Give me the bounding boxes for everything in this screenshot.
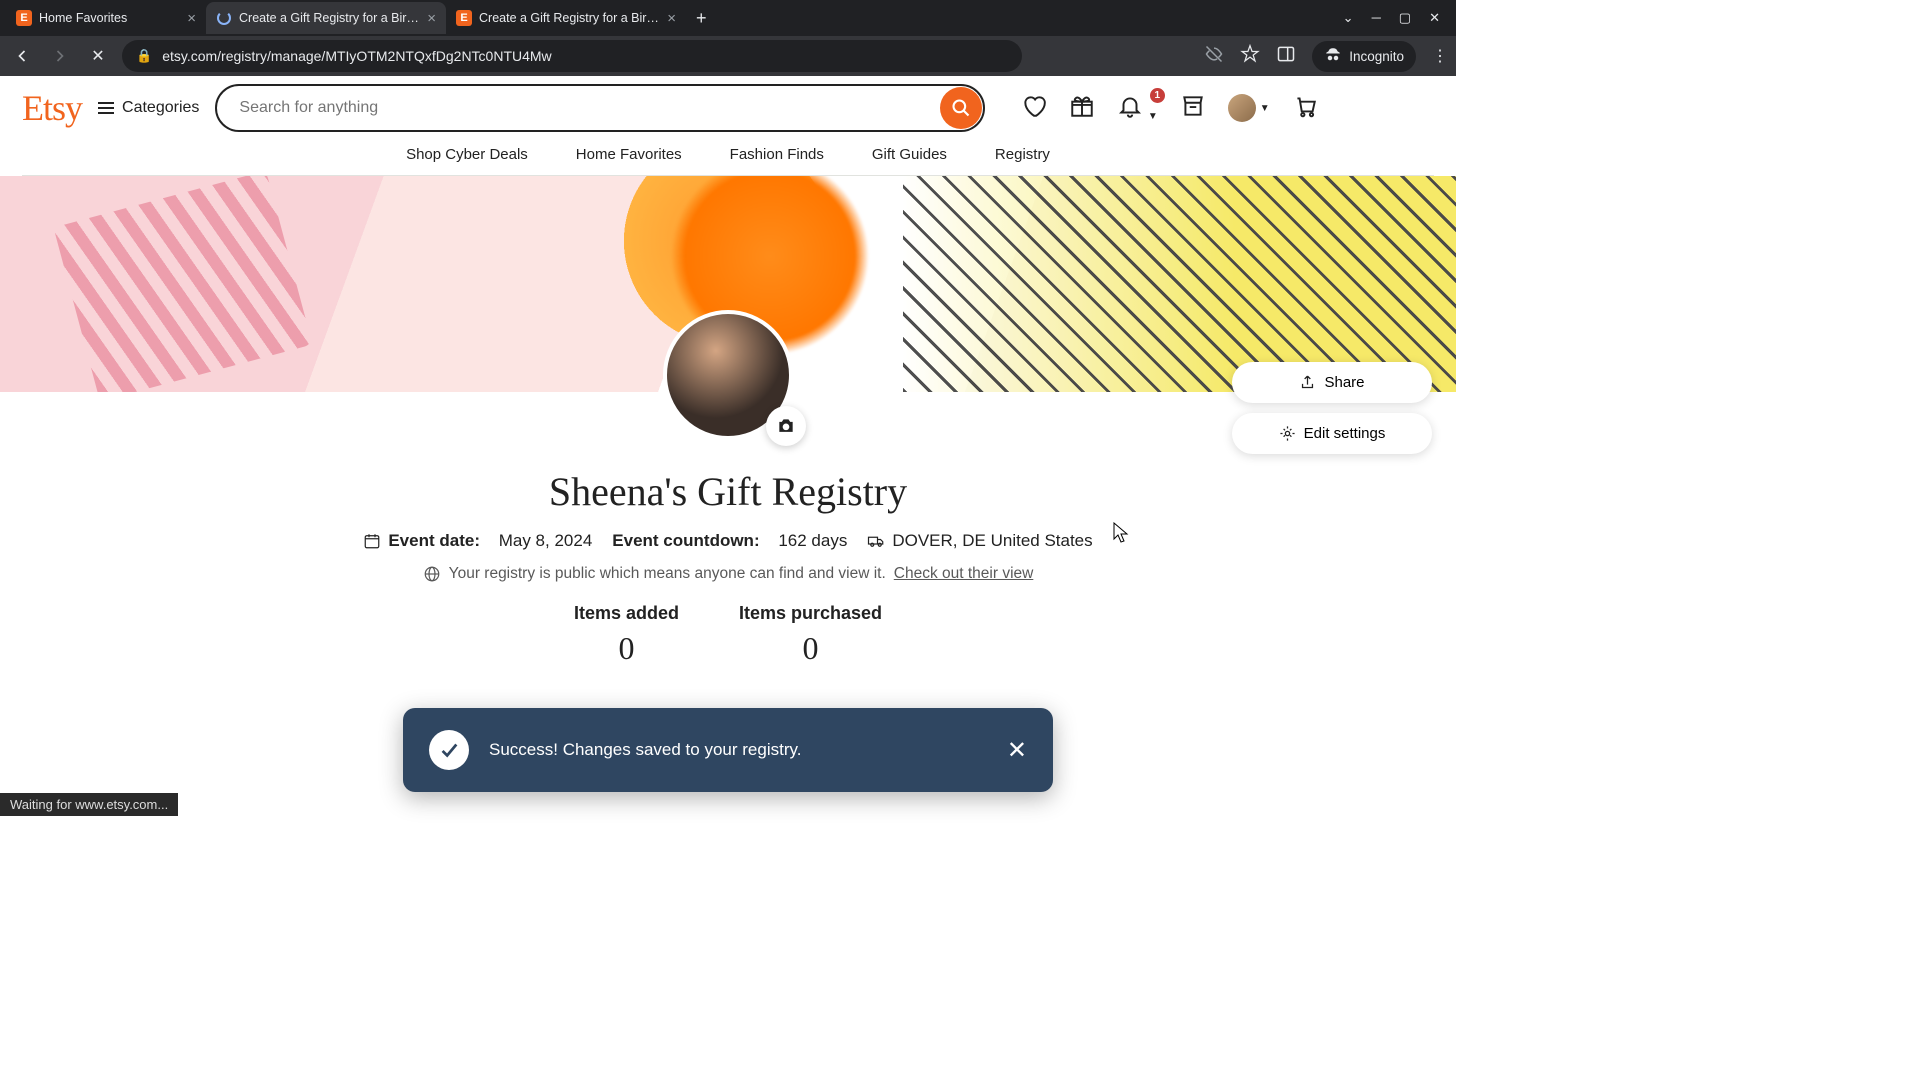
edit-settings-button[interactable]: Edit settings bbox=[1232, 413, 1432, 454]
success-toast: Success! Changes saved to your registry.… bbox=[403, 708, 1053, 792]
incognito-label: Incognito bbox=[1349, 49, 1404, 64]
tab-overview-icon[interactable]: ⌄ bbox=[1343, 10, 1354, 26]
categories-button[interactable]: Categories bbox=[98, 99, 199, 117]
event-countdown: Event countdown: 162 days bbox=[612, 531, 847, 551]
browser-tab[interactable]: E Home Favorites × bbox=[6, 2, 206, 34]
eye-blocked-icon[interactable] bbox=[1204, 44, 1224, 69]
cart-button[interactable] bbox=[1292, 93, 1318, 124]
event-date: Event date: May 8, 2024 bbox=[363, 531, 592, 551]
event-location: DOVER, DE United States bbox=[867, 531, 1092, 551]
toast-message: Success! Changes saved to your registry. bbox=[489, 740, 987, 760]
browser-chrome: E Home Favorites × Create a Gift Registr… bbox=[0, 0, 1456, 76]
registry-title: Sheena's Gift Registry bbox=[0, 468, 1456, 515]
side-panel-icon[interactable] bbox=[1276, 44, 1296, 69]
new-tab-button[interactable]: + bbox=[686, 8, 717, 29]
checkmark-icon bbox=[429, 730, 469, 770]
browser-tab[interactable]: E Create a Gift Registry for a Birth… × bbox=[446, 2, 686, 34]
browser-tab-active[interactable]: Create a Gift Registry for a Birth… × bbox=[206, 2, 446, 34]
incognito-indicator[interactable]: Incognito bbox=[1312, 41, 1416, 72]
chevron-down-icon: ▼ bbox=[1148, 111, 1158, 122]
chevron-down-icon: ▼ bbox=[1260, 103, 1270, 114]
browser-status-bar: Waiting for www.etsy.com... bbox=[0, 793, 178, 816]
share-label: Share bbox=[1324, 374, 1364, 391]
site-header: Etsy Categories 1 ▼ ▼ bbox=[0, 76, 1456, 176]
gear-icon bbox=[1279, 425, 1296, 442]
bookmark-star-icon[interactable] bbox=[1240, 44, 1260, 69]
calendar-icon bbox=[363, 532, 381, 550]
privacy-notice: Your registry is public which means anyo… bbox=[0, 565, 1456, 583]
loading-favicon bbox=[216, 10, 232, 26]
hamburger-icon bbox=[98, 102, 114, 114]
reload-stop-button[interactable]: ✕ bbox=[84, 42, 112, 70]
browser-menu-icon[interactable]: ⋮ bbox=[1432, 46, 1448, 66]
close-tab-icon[interactable]: × bbox=[667, 10, 676, 27]
search-container bbox=[215, 84, 985, 132]
share-icon bbox=[1299, 374, 1316, 391]
change-photo-button[interactable] bbox=[766, 406, 806, 446]
url-text: etsy.com/registry/manage/MTIyOTM2NTQxfDg… bbox=[162, 48, 551, 64]
notification-badge: 1 bbox=[1150, 88, 1165, 103]
nav-fashion-finds[interactable]: Fashion Finds bbox=[730, 146, 824, 163]
shop-button[interactable] bbox=[1180, 93, 1206, 124]
window-controls: ⌄ ─ ▢ ✕ bbox=[1343, 10, 1450, 26]
avatar bbox=[1228, 94, 1256, 122]
forward-button[interactable] bbox=[46, 42, 74, 70]
close-window-icon[interactable]: ✕ bbox=[1429, 10, 1440, 26]
tab-title: Home Favorites bbox=[39, 11, 180, 25]
close-tab-icon[interactable]: × bbox=[187, 10, 196, 27]
url-field[interactable]: 🔒 etsy.com/registry/manage/MTIyOTM2NTQxf… bbox=[122, 40, 1022, 72]
tab-bar: E Home Favorites × Create a Gift Registr… bbox=[0, 0, 1456, 36]
camera-icon bbox=[776, 416, 796, 436]
tab-title: Create a Gift Registry for a Birth… bbox=[239, 11, 420, 25]
category-nav: Shop Cyber Deals Home Favorites Fashion … bbox=[22, 132, 1434, 176]
incognito-icon bbox=[1324, 46, 1342, 67]
nav-cyber-deals[interactable]: Shop Cyber Deals bbox=[406, 146, 528, 163]
etsy-favicon: E bbox=[16, 10, 32, 26]
toast-close-button[interactable]: ✕ bbox=[1007, 736, 1027, 765]
nav-gift-guides[interactable]: Gift Guides bbox=[872, 146, 947, 163]
maximize-icon[interactable]: ▢ bbox=[1399, 10, 1411, 26]
minimize-icon[interactable]: ─ bbox=[1372, 10, 1381, 26]
account-button[interactable]: ▼ bbox=[1228, 94, 1270, 122]
globe-icon bbox=[423, 565, 441, 583]
nav-registry[interactable]: Registry bbox=[995, 146, 1050, 163]
favorites-button[interactable] bbox=[1021, 93, 1047, 124]
edit-label: Edit settings bbox=[1304, 425, 1386, 442]
truck-icon bbox=[867, 532, 885, 550]
close-tab-icon[interactable]: × bbox=[427, 10, 436, 27]
lock-icon: 🔒 bbox=[136, 48, 152, 64]
etsy-logo[interactable]: Etsy bbox=[22, 87, 82, 129]
stat-items-added: Items added 0 bbox=[574, 603, 679, 667]
notifications-button[interactable]: 1 ▼ bbox=[1117, 93, 1157, 124]
categories-label: Categories bbox=[122, 99, 199, 117]
view-public-link[interactable]: Check out their view bbox=[894, 565, 1034, 583]
gift-button[interactable] bbox=[1069, 93, 1095, 124]
tab-title: Create a Gift Registry for a Birth… bbox=[479, 11, 660, 25]
address-bar: ✕ 🔒 etsy.com/registry/manage/MTIyOTM2NTQ… bbox=[0, 36, 1456, 76]
share-button[interactable]: Share bbox=[1232, 362, 1432, 403]
stat-items-purchased: Items purchased 0 bbox=[739, 603, 882, 667]
search-input[interactable] bbox=[215, 84, 985, 132]
etsy-favicon: E bbox=[456, 10, 472, 26]
nav-home-favorites[interactable]: Home Favorites bbox=[576, 146, 682, 163]
back-button[interactable] bbox=[8, 42, 36, 70]
search-icon bbox=[951, 98, 971, 118]
